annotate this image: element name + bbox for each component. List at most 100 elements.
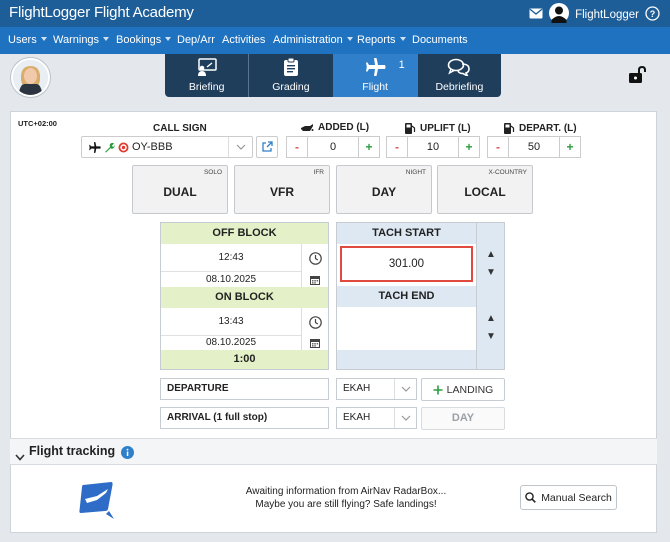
top-bar: FlightLogger Flight Academy FlightLogger… (0, 0, 670, 27)
flight-count-badge: 1 (398, 59, 405, 71)
depart-label: DEPART. (L) (519, 122, 577, 134)
toggle-dual-solo[interactable]: SOLO DUAL (132, 165, 228, 214)
info-icon[interactable] (121, 446, 134, 464)
departure-airport-value: EKAH (343, 383, 371, 394)
svg-text:?: ? (650, 9, 656, 19)
uplift-stepper: - 10 + (386, 136, 480, 158)
tab-flight[interactable]: 1 Flight (333, 54, 418, 97)
tab-briefing[interactable]: Briefing (165, 54, 250, 97)
arrival-airport-select[interactable]: EKAH (336, 407, 417, 429)
radarbox-logo-icon (77, 481, 117, 524)
unlock-icon[interactable] (628, 65, 648, 89)
chevron-down-icon (103, 37, 110, 41)
depart-input[interactable]: 50 (509, 136, 559, 158)
nav-dep-arr[interactable]: Dep/Arr (177, 34, 215, 46)
added-decrement-button[interactable]: - (286, 136, 308, 158)
triangle-down-icon[interactable]: ▼ (477, 267, 505, 278)
block-times-panel: OFF BLOCK 12:43 08.10.2025 ON BLOCK 13:4… (160, 222, 329, 370)
timezone-label: UTC+02:00 (18, 119, 57, 128)
uplift-input[interactable]: 10 (408, 136, 458, 158)
manual-search-label: Manual Search (541, 491, 612, 504)
added-stepper: - 0 + (286, 136, 380, 158)
tach-end-label: TACH END (337, 286, 476, 307)
call-sign-select[interactable]: OY-BBB (81, 136, 253, 158)
manual-search-button[interactable]: Manual Search (520, 485, 617, 510)
oil-can-icon (301, 123, 314, 131)
nav-warnings[interactable]: Warnings (53, 34, 110, 46)
triangle-up-icon[interactable]: ▲ (477, 249, 505, 260)
on-block-date-input[interactable]: 08.10.2025 (161, 335, 301, 350)
departure-airport-select[interactable]: EKAH (336, 378, 417, 400)
uplift-increment-button[interactable]: + (458, 136, 480, 158)
tach-start-input[interactable]: 301.00 (340, 246, 473, 282)
arrival-label: ARRIVAL (1 full stop) (160, 407, 329, 429)
plus-icon (433, 385, 443, 394)
tab-grading[interactable]: Grading (249, 54, 334, 97)
tab-debriefing-label: Debriefing (435, 81, 484, 93)
nav-bookings[interactable]: Bookings (116, 34, 172, 46)
tab-debriefing[interactable]: Debriefing (418, 54, 501, 97)
off-block-date-input[interactable]: 08.10.2025 (161, 272, 301, 287)
triangle-up-icon[interactable]: ▲ (477, 313, 505, 324)
open-aircraft-button[interactable] (256, 136, 278, 158)
toggle-value: VFR (270, 185, 294, 199)
added-input[interactable]: 0 (308, 136, 358, 158)
flight-tracking-title: Flight tracking (29, 444, 116, 458)
chevron-down-icon[interactable] (15, 448, 25, 466)
tach-panel: TACH START 301.00 TACH END ▲ ▼ ▲ ▼ (336, 222, 505, 370)
toggle-day-night[interactable]: NIGHT DAY (336, 165, 432, 214)
nav-administration[interactable]: Administration (273, 34, 353, 46)
tach-end-input[interactable] (340, 310, 473, 346)
added-increment-button[interactable]: + (358, 136, 380, 158)
student-avatar[interactable] (11, 58, 50, 97)
depart-decrement-button[interactable]: - (487, 136, 509, 158)
tab-briefing-label: Briefing (188, 81, 225, 93)
tach-stepper-column: ▲ ▼ ▲ ▼ (476, 223, 504, 369)
calendar-icon[interactable] (301, 335, 328, 350)
on-block-label: ON BLOCK (161, 287, 328, 308)
toggle-value: DUAL (163, 185, 197, 199)
chevron-down-icon (40, 37, 47, 41)
landing-day-button[interactable]: DAY (421, 407, 505, 430)
mail-icon[interactable] (529, 8, 543, 22)
toggle-value: DAY (371, 185, 397, 199)
nav-reports[interactable]: Reports (357, 34, 406, 46)
depart-increment-button[interactable]: + (559, 136, 581, 158)
tab-grading-label: Grading (272, 81, 310, 93)
nav-users[interactable]: Users (8, 34, 47, 46)
toggle-vfr-ifr[interactable]: IFR VFR (234, 165, 330, 214)
airplane-icon (89, 141, 101, 153)
nav-activities[interactable]: Activities (222, 34, 265, 46)
user-name[interactable]: FlightLogger (575, 9, 639, 21)
help-icon[interactable]: ? (645, 5, 660, 24)
search-icon (525, 492, 537, 503)
added-label: ADDED (L) (318, 122, 370, 133)
clock-icon[interactable] (301, 308, 328, 336)
tracking-message-line1: Awaiting information from AirNav RadarBo… (245, 486, 447, 497)
clock-icon[interactable] (301, 244, 328, 272)
chevron-down-icon (228, 137, 252, 157)
toggle-local-xcountry[interactable]: X-COUNTRY LOCAL (437, 165, 533, 214)
triangle-down-icon[interactable]: ▼ (477, 331, 505, 342)
toggle-value: LOCAL (464, 185, 506, 199)
depart-stepper: - 50 + (487, 136, 581, 158)
call-sign-value: OY-BBB (132, 141, 173, 153)
chevron-down-icon (394, 408, 416, 428)
user-avatar-icon[interactable] (549, 3, 570, 26)
calendar-icon[interactable] (301, 272, 328, 287)
main-navigation: Users Warnings Bookings Dep/Arr Activiti… (0, 27, 670, 54)
off-block-label: OFF BLOCK (161, 223, 328, 244)
chevron-down-icon (394, 379, 416, 399)
block-total-time: 1:00 (161, 350, 328, 369)
toggle-alt-label: IFR (313, 169, 324, 176)
arrival-airport-value: EKAH (343, 412, 371, 423)
nav-documents[interactable]: Documents (412, 34, 468, 46)
add-landing-button[interactable]: LANDING (421, 378, 505, 401)
off-block-time-input[interactable]: 12:43 (161, 244, 301, 272)
add-landing-label: LANDING (446, 383, 494, 396)
on-block-time-input[interactable]: 13:43 (161, 308, 301, 336)
chevron-down-icon (165, 37, 172, 41)
uplift-decrement-button[interactable]: - (386, 136, 408, 158)
toggle-alt-label: NIGHT (405, 169, 426, 176)
fuel-pump-icon (405, 123, 416, 134)
